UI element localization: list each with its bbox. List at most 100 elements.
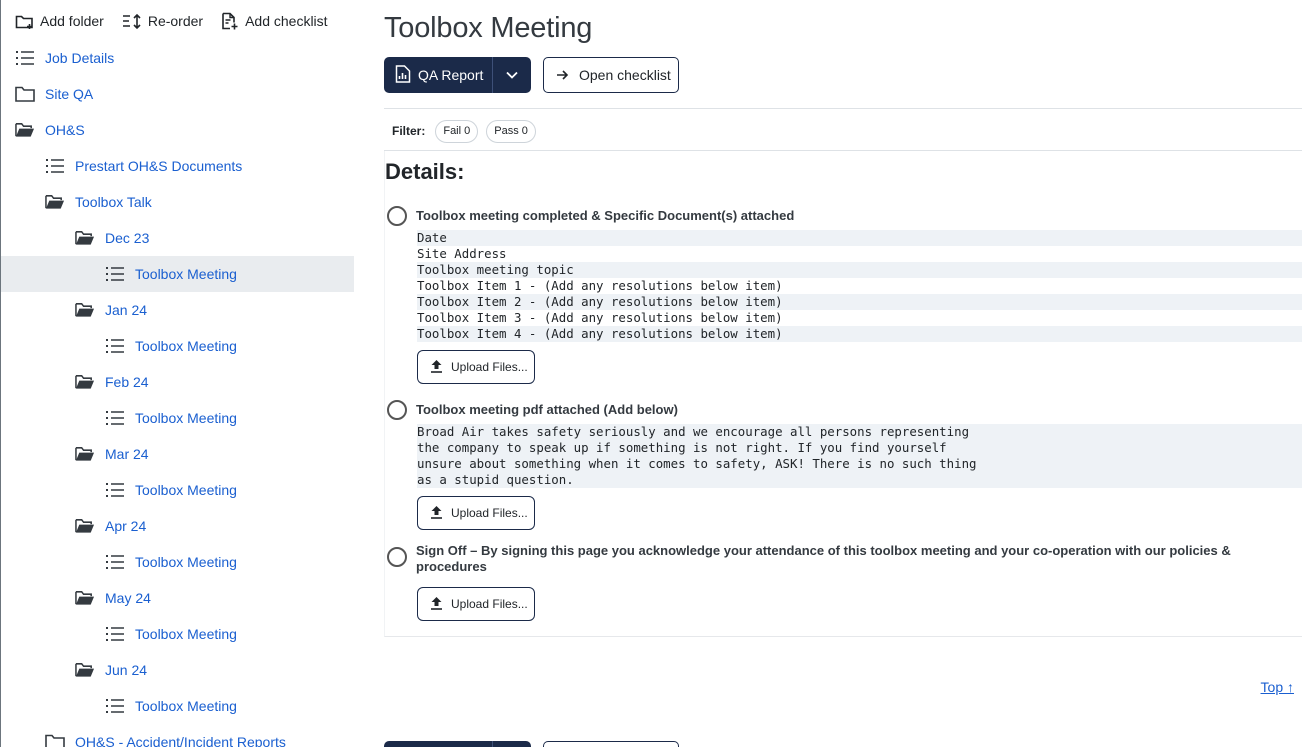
sidebar-item[interactable]: Toolbox Meeting	[1, 256, 354, 292]
note-line: as a stupid question.	[417, 472, 574, 487]
qa-report-button-group: QA Report	[384, 57, 531, 93]
note-line: Site Address	[417, 246, 507, 261]
list-icon	[105, 480, 125, 500]
note-line: Toolbox Item 1 - (Add any resolutions be…	[417, 278, 783, 293]
title-line: procedures	[416, 559, 487, 574]
sidebar-item-label: Job Details	[45, 50, 115, 66]
sidebar-item[interactable]: Toolbox Meeting	[1, 472, 354, 508]
sidebar-item-label: Feb 24	[105, 374, 149, 390]
sidebar-item-label: Mar 24	[105, 446, 149, 462]
report-chart-icon	[395, 64, 411, 86]
sidebar-item[interactable]: Site QA	[1, 76, 354, 112]
checklist-item-title: Toolbox meeting pdf attached (Add below)	[416, 402, 678, 417]
qa-report-dropdown-toggle[interactable]	[493, 57, 531, 93]
open-checklist-button-bottom[interactable]	[543, 741, 679, 747]
sidebar-item[interactable]: Feb 24	[1, 364, 354, 400]
divider	[384, 108, 1302, 109]
note-line: unsure about something when it comes to …	[417, 456, 977, 471]
qa-report-button[interactable]: QA Report	[384, 57, 492, 93]
item-status-radio[interactable]	[387, 206, 407, 226]
sidebar-item[interactable]: May 24	[1, 580, 354, 616]
back-to-top-link[interactable]: Top ↑	[1261, 679, 1294, 695]
upload-files-button[interactable]: Upload Files...	[417, 496, 535, 530]
folder-open-icon	[15, 120, 35, 140]
note-line: Toolbox Item 2 - (Add any resolutions be…	[417, 294, 1302, 310]
list-icon	[105, 552, 125, 572]
filter-bar: Filter: Fail 0 Pass 0	[392, 119, 536, 143]
upload-files-label: Upload Files...	[451, 597, 528, 611]
item-status-radio[interactable]	[387, 400, 407, 420]
sidebar-item-label: Toolbox Meeting	[135, 698, 237, 714]
arrow-right-icon	[556, 67, 569, 83]
upload-files-button[interactable]: Upload Files...	[417, 350, 535, 384]
folder-plus-icon	[15, 13, 34, 30]
sidebar-item[interactable]: Apr 24	[1, 508, 354, 544]
checklist-item-notes: Broad Air takes safety seriously and we …	[417, 424, 1302, 488]
list-icon	[105, 264, 125, 284]
folder-open-icon	[75, 372, 95, 392]
sidebar-item[interactable]: Prestart OH&S Documents	[1, 148, 354, 184]
folder-icon	[45, 732, 65, 747]
sidebar-item[interactable]: Toolbox Meeting	[1, 544, 354, 580]
checklist-item-title: Toolbox meeting completed & Specific Doc…	[416, 208, 795, 223]
folder-open-icon	[75, 588, 95, 608]
details-section: Details: Toolbox meeting completed & Spe…	[384, 151, 1302, 637]
main-content: Toolbox Meeting QA Report Open checklist…	[368, 0, 1302, 747]
add-folder-label: Add folder	[40, 13, 104, 29]
button-divider	[492, 741, 493, 747]
sidebar-item[interactable]: Toolbox Meeting	[1, 400, 354, 436]
add-checklist-button[interactable]: Add checklist	[221, 12, 328, 31]
sidebar-item[interactable]: Job Details	[1, 40, 354, 76]
sidebar-item-label: OH&S	[45, 122, 85, 138]
sidebar-item[interactable]: Jan 24	[1, 292, 354, 328]
sidebar-item[interactable]: OH&S	[1, 112, 354, 148]
sidebar-item-label: Jun 24	[105, 662, 148, 678]
open-checklist-label: Open checklist	[579, 67, 671, 83]
sidebar-item-label: Toolbox Meeting	[135, 266, 237, 282]
upload-files-label: Upload Files...	[451, 360, 528, 374]
sidebar-item-label: Dec 23	[105, 230, 150, 246]
sidebar-item-label: Jan 24	[105, 302, 148, 318]
filter-label: Filter:	[392, 124, 426, 138]
open-checklist-button[interactable]: Open checklist	[543, 57, 679, 93]
list-icon	[105, 336, 125, 356]
list-icon	[105, 408, 125, 428]
folder-open-icon	[75, 444, 95, 464]
add-folder-button[interactable]: Add folder	[15, 13, 104, 30]
upload-files-button[interactable]: Upload Files...	[417, 587, 535, 621]
sidebar-item[interactable]: Dec 23	[1, 220, 354, 256]
filter-pass-chip[interactable]: Pass 0	[486, 119, 536, 143]
filter-fail-chip[interactable]: Fail 0	[435, 119, 479, 143]
upload-icon	[430, 596, 443, 613]
folder-open-icon	[75, 660, 95, 680]
sidebar-item[interactable]: Toolbox Meeting	[1, 688, 354, 724]
folder-open-icon	[75, 228, 95, 248]
sidebar-item-label: OH&S - Accident/Incident Reports	[75, 734, 286, 747]
sidebar-item-label: Toolbox Meeting	[135, 338, 237, 354]
sidebar-item-label: May 24	[105, 590, 151, 606]
folder-open-icon	[75, 300, 95, 320]
checklist-item-title: Sign Off – By signing this page you ackn…	[416, 543, 1231, 575]
list-icon	[105, 624, 125, 644]
sidebar-item[interactable]: OH&S - Accident/Incident Reports	[1, 724, 354, 747]
sidebar-item[interactable]: Toolbox Meeting	[1, 328, 354, 364]
sidebar-item[interactable]: Jun 24	[1, 652, 354, 688]
details-heading: Details:	[385, 159, 465, 184]
qa-report-button-group-bottom[interactable]	[384, 741, 531, 747]
upload-icon	[430, 359, 443, 376]
sidebar-item-label: Toolbox Meeting	[135, 482, 237, 498]
reorder-button[interactable]: Re-order	[122, 13, 203, 30]
title-line: Sign Off – By signing this page you ackn…	[416, 543, 1231, 558]
sidebar-toolbar: Add folder Re-order Add checklist	[15, 8, 328, 34]
list-icon	[45, 156, 65, 176]
folder-open-icon	[75, 516, 95, 536]
sidebar-item[interactable]: Toolbox Meeting	[1, 616, 354, 652]
item-status-radio[interactable]	[387, 547, 407, 567]
note-line: Toolbox Item 3 - (Add any resolutions be…	[417, 310, 783, 325]
sidebar-item[interactable]: Mar 24	[1, 436, 354, 472]
sidebar-item[interactable]: Toolbox Talk	[1, 184, 354, 220]
sidebar-item-label: Site QA	[45, 86, 94, 102]
list-icon	[105, 696, 125, 716]
note-line: Broad Air takes safety seriously and we …	[417, 424, 970, 439]
page-title: Toolbox Meeting	[384, 12, 593, 44]
